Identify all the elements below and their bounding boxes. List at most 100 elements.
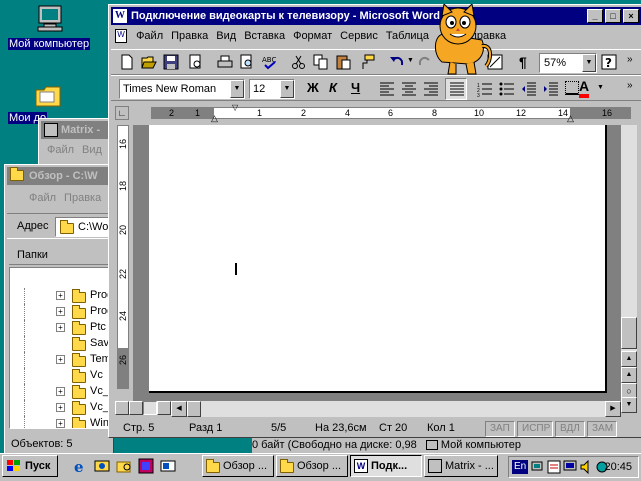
scroll-up-button[interactable]: ▲ <box>621 351 637 367</box>
save-icon[interactable] <box>163 54 179 70</box>
expand-icon[interactable]: + <box>56 403 65 412</box>
menu-tools[interactable]: Сервис <box>336 27 382 45</box>
numbering-icon[interactable]: 123 <box>477 81 493 97</box>
scroll-thumb[interactable] <box>621 317 637 349</box>
network-icon[interactable] <box>531 460 545 474</box>
page-view-icon[interactable] <box>143 401 157 415</box>
menu-table[interactable]: Таблица <box>382 27 433 45</box>
language-indicator[interactable]: En <box>512 460 529 474</box>
open-icon[interactable] <box>141 54 157 70</box>
close-button[interactable]: × <box>623 9 639 23</box>
right-indent-marker[interactable]: △ <box>567 113 574 124</box>
expand-icon[interactable]: + <box>56 387 65 396</box>
expand-icon[interactable]: + <box>56 307 65 316</box>
new-icon[interactable] <box>119 54 135 70</box>
zoom-select[interactable]: 57% ▼ <box>539 53 597 73</box>
address-field[interactable]: C:\Wo <box>55 217 113 237</box>
taskbar-explorer-1[interactable]: Обзор ... <box>202 455 274 477</box>
expand-icon[interactable]: + <box>56 355 65 364</box>
explorer-menu-file[interactable]: Файл <box>9 189 60 207</box>
copy-icon[interactable] <box>313 54 329 70</box>
taskbar-matrix[interactable]: Matrix - ... <box>424 455 498 477</box>
expand-icon[interactable]: + <box>56 291 65 300</box>
toolbar-more-icon[interactable]: » <box>627 80 633 91</box>
justify-button[interactable] <box>445 78 467 100</box>
first-line-indent-marker[interactable]: ▽ <box>232 103 238 112</box>
outline-view-icon[interactable] <box>157 401 171 415</box>
matrix-window[interactable]: Matrix - Файл Вид <box>38 118 118 168</box>
bullets-icon[interactable] <box>499 81 515 97</box>
status-rec[interactable]: ЗАП <box>485 421 515 437</box>
tree-item[interactable]: + Win <box>10 416 112 428</box>
paste-icon[interactable] <box>335 54 351 70</box>
scroll-left-button[interactable]: ◀ <box>171 401 187 417</box>
bold-button[interactable]: Ж <box>307 80 319 95</box>
web-view-icon[interactable] <box>129 401 143 415</box>
show-formatting-icon[interactable]: ¶ <box>519 54 527 70</box>
status-ovr[interactable]: ЗАМ <box>587 421 617 437</box>
explorer-titlebar[interactable]: Обзор - C:\W <box>7 167 113 185</box>
tree-item[interactable]: + Vc_ <box>10 384 112 400</box>
next-page-button[interactable]: ▼ <box>621 397 637 413</box>
explorer-quick-icon[interactable] <box>116 458 132 474</box>
menu-edit[interactable]: Правка <box>167 27 212 45</box>
undo-dropdown-icon[interactable]: ▼ <box>407 57 414 64</box>
word-window[interactable]: W Подключение видеокарты к телевизору - … <box>108 4 641 438</box>
align-center-icon[interactable] <box>401 81 417 97</box>
print-preview-icon[interactable] <box>187 54 203 70</box>
document-area[interactable] <box>133 125 621 401</box>
cut-icon[interactable] <box>291 54 307 70</box>
clock[interactable]: 20:45 <box>604 460 632 474</box>
scroll-right-button[interactable]: ▶ <box>605 401 621 417</box>
matrix-menu-view[interactable]: Вид <box>78 141 106 159</box>
tree-item[interactable]: + Vc_ <box>10 400 112 416</box>
ie-icon[interactable]: e <box>72 458 88 474</box>
document-page[interactable] <box>149 125 607 393</box>
spelling-icon[interactable]: ABC <box>261 54 279 70</box>
toolbar-more-icon[interactable]: » <box>627 54 633 65</box>
font-color-dropdown-icon[interactable]: ▼ <box>597 84 604 91</box>
outlook-icon[interactable] <box>94 458 110 474</box>
tree-item[interactable]: Vc <box>10 368 112 384</box>
left-indent-marker[interactable]: △ <box>211 113 218 124</box>
show-desktop-icon[interactable] <box>160 458 176 474</box>
menu-format[interactable]: Формат <box>289 27 336 45</box>
channels-icon[interactable] <box>138 458 154 474</box>
start-button[interactable]: Пуск <box>2 455 58 477</box>
prev-page-button[interactable]: ▲ <box>621 367 637 383</box>
tree-item[interactable]: + Tem <box>10 352 112 368</box>
font-color-button[interactable]: A <box>579 78 590 98</box>
normal-view-icon[interactable] <box>115 401 129 415</box>
font-size-dropdown-button[interactable]: ▼ <box>280 80 294 98</box>
folder-tree[interactable]: +Prog+Prog+PtcSav+TemVc+Vc_+Vc_+Win+Wor <box>9 267 113 429</box>
decrease-indent-icon[interactable] <box>521 81 537 97</box>
vertical-scrollbar[interactable]: ▲ ▲ ○ <box>621 125 637 401</box>
desktop-icon-my-computer[interactable]: Мой компьютер <box>8 2 98 54</box>
task-scheduler-icon[interactable] <box>547 460 561 474</box>
font-name-select[interactable]: Times New Roman ▼ <box>119 79 245 99</box>
help-icon[interactable]: ? <box>601 54 617 70</box>
matrix-menu-file[interactable]: Файл <box>43 141 78 159</box>
display-icon[interactable] <box>563 460 577 474</box>
doc-icon[interactable]: W <box>115 29 127 44</box>
menu-file[interactable]: Файл <box>132 27 167 45</box>
volume-icon[interactable] <box>579 460 593 474</box>
zoom-dropdown-button[interactable]: ▼ <box>582 54 596 72</box>
tree-item[interactable]: Sav <box>10 336 112 352</box>
tree-item[interactable]: + Prog <box>10 304 112 320</box>
menu-insert[interactable]: Вставка <box>240 27 289 45</box>
vertical-ruler[interactable]: 16 18 20 22 24 26 <box>115 125 131 401</box>
undo-icon[interactable] <box>389 54 405 70</box>
format-painter-icon[interactable] <box>359 54 375 70</box>
h-scrollbar[interactable]: ◀ ▶ <box>171 401 621 417</box>
border-icon[interactable] <box>565 81 579 95</box>
horizontal-ruler[interactable]: ∟ 2 1 1 2 4 6 8 10 12 14 16 ▽ △ △ <box>111 103 641 123</box>
explorer-menu-edit[interactable]: Правка <box>60 189 105 207</box>
print-icon[interactable] <box>217 54 233 70</box>
italic-button[interactable]: К <box>329 80 337 95</box>
align-right-icon[interactable] <box>423 81 439 97</box>
maximize-button[interactable]: □ <box>605 9 621 23</box>
h-scroll-thumb[interactable] <box>187 401 201 417</box>
font-size-select[interactable]: 12 ▼ <box>249 79 295 99</box>
font-name-dropdown-button[interactable]: ▼ <box>230 80 244 98</box>
